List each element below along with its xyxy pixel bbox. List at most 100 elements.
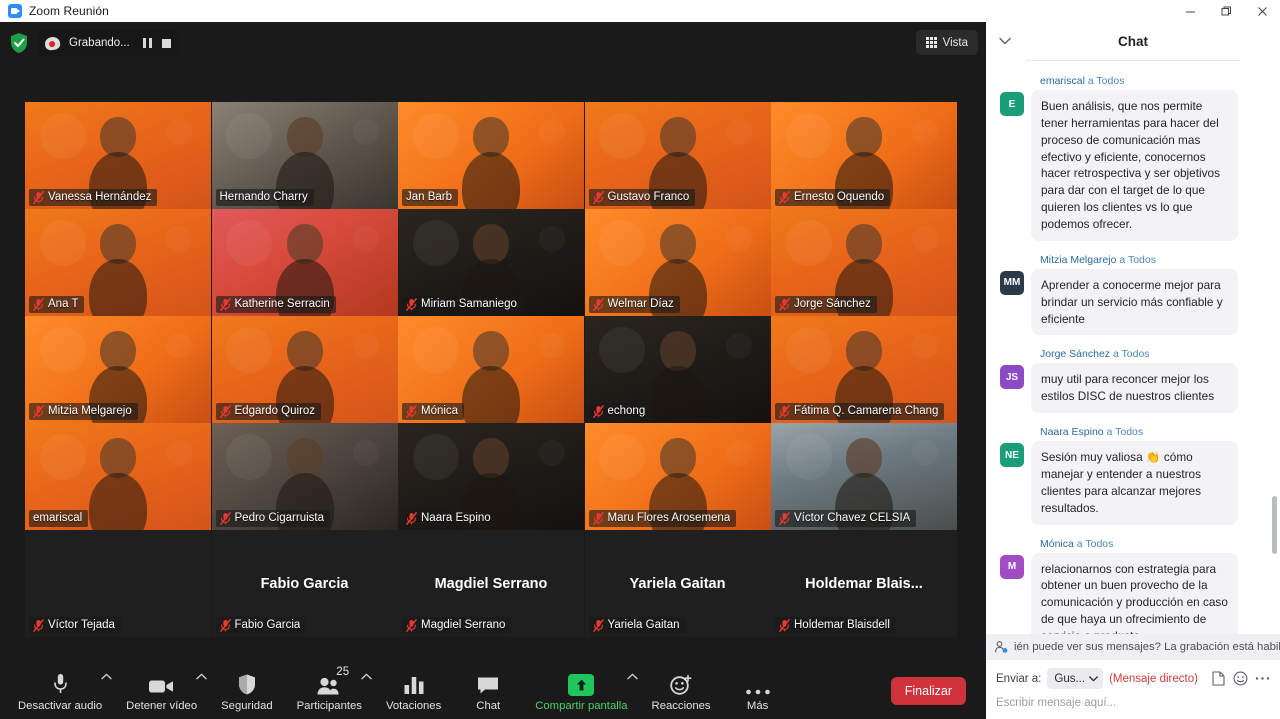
participant-nameplate: Hernando Charry xyxy=(215,189,314,206)
chevron-down-icon[interactable] xyxy=(998,34,1012,48)
window-controls xyxy=(1172,0,1280,22)
participant-tile[interactable]: Víctor Chavez CELSIA xyxy=(771,423,957,530)
chat-message: Naara Espino a Todos NE Sesión muy valiosa… xyxy=(1000,426,1266,525)
file-icon[interactable] xyxy=(1211,671,1226,686)
pause-icon[interactable] xyxy=(142,38,152,48)
muted-microphone-icon xyxy=(592,297,604,311)
chat-compose-row: Enviar a: Gus... (Mensaje directo) xyxy=(996,668,1270,689)
more-dots-icon[interactable] xyxy=(1255,671,1270,686)
minimize-icon[interactable] xyxy=(1172,0,1208,22)
participant-tile[interactable]: echong xyxy=(584,316,771,423)
chat-message-sender: Mónica a Todos xyxy=(1040,537,1114,550)
participant-tile[interactable]: Naara Espino xyxy=(398,423,584,530)
participant-tile[interactable]: Víctor Tejada xyxy=(25,530,211,637)
participant-tile[interactable]: Katherine Serracin xyxy=(211,209,398,316)
toolbar-compartir-pantalla-button[interactable]: Compartir pantalla xyxy=(531,664,638,717)
participant-tile[interactable]: Mónica xyxy=(398,316,584,423)
avatar: NE xyxy=(1000,443,1024,468)
participant-tile[interactable]: Fátima Q. Camarena Chang xyxy=(771,316,957,423)
participant-tile[interactable]: Ana T xyxy=(25,209,211,316)
muted-microphone-icon xyxy=(406,404,417,418)
chat-privacy-notice: ién puede ver sus mensajes? La grabación… xyxy=(986,634,1280,660)
participant-name: Hernando Charry xyxy=(219,191,308,203)
participant-tile[interactable]: Gustavo Franco xyxy=(584,102,771,209)
muted-microphone-icon xyxy=(33,297,44,311)
chat-message-list[interactable]: emariscal a Todos E Buen análisis, que nos… xyxy=(986,61,1280,634)
toolbar-detener-v-deo-button[interactable]: Detener vídeo xyxy=(122,664,207,717)
participant-nameplate: echong xyxy=(588,403,652,420)
participant-tile[interactable]: emariscal xyxy=(25,423,211,530)
participant-nameplate: Magdiel Serrano xyxy=(402,617,512,634)
muted-microphone-icon xyxy=(219,297,231,311)
toolbar-item-label: Reacciones xyxy=(651,699,711,712)
muted-microphone-icon xyxy=(779,511,790,525)
participant-tile[interactable]: Jan Barb xyxy=(398,102,584,209)
participant-tile[interactable]: Magdiel Serrano Magdiel Serrano xyxy=(398,530,584,637)
end-meeting-button[interactable]: Finalizar xyxy=(890,676,966,705)
participant-tile[interactable]: Vanessa Hernández xyxy=(25,102,211,209)
participant-tile[interactable]: Pedro Cigarruista xyxy=(211,423,398,530)
chat-scrollbar[interactable] xyxy=(1271,61,1278,634)
participant-tile[interactable]: Ernesto Oquendo xyxy=(771,102,957,209)
participant-tile[interactable]: Miriam Samaniego xyxy=(398,209,584,316)
emoji-icon[interactable] xyxy=(1233,671,1248,686)
participant-tile[interactable]: Mitzia Melgarejo xyxy=(25,316,211,423)
toolbar-m-s-button[interactable]: Más xyxy=(731,664,785,717)
participant-name: Naara Espino xyxy=(421,512,491,524)
participant-nameplate: Welmar Díaz xyxy=(588,296,680,313)
chevron-up-icon[interactable] xyxy=(196,672,207,682)
chat-message: emariscal a Todos E Buen análisis, que nos… xyxy=(1000,75,1266,241)
restore-icon[interactable] xyxy=(1208,0,1244,22)
send-to-dropdown[interactable]: Gus... xyxy=(1047,668,1104,689)
toolbar-chat-button[interactable]: Chat xyxy=(461,664,515,717)
chevron-up-icon[interactable] xyxy=(361,672,372,682)
participant-name: Víctor Chavez CELSIA xyxy=(794,512,911,524)
chat-message-input[interactable]: Escribir mensaje aquí... xyxy=(996,697,1270,709)
toolbar-item-label: Seguridad xyxy=(221,699,273,712)
participant-name: Edgardo Quiroz xyxy=(234,405,316,417)
toolbar-desactivar-audio-button[interactable]: Desactivar audio xyxy=(14,664,112,717)
participant-name: Pedro Cigarruista xyxy=(234,512,324,524)
participant-tile[interactable]: Fabio Garcia Fabio Garcia xyxy=(211,530,398,637)
chevron-up-icon[interactable] xyxy=(626,672,638,682)
view-button-label: Vista xyxy=(942,36,968,49)
gallery-row: Vanessa Hernández Hernando Charry Jan Barb… xyxy=(25,102,957,209)
recording-dot-icon xyxy=(44,35,61,51)
chevron-down-icon xyxy=(1089,675,1098,682)
security-shield-icon[interactable] xyxy=(8,31,30,55)
stop-icon[interactable] xyxy=(161,38,171,48)
toolbar-participantes-button[interactable]: 25 Participantes xyxy=(293,664,372,717)
gallery-row: emariscal Pedro Cigarruista Naara Espino Ma… xyxy=(25,423,957,530)
grid-view-icon xyxy=(925,37,937,48)
toolbar-seguridad-button[interactable]: Seguridad xyxy=(217,664,277,717)
participant-tile[interactable]: Yariela Gaitan Yariela Gaitan xyxy=(584,530,771,637)
avatar: E xyxy=(1000,92,1024,116)
toolbar-votaciones-button[interactable]: Votaciones xyxy=(382,664,445,717)
participant-nameplate: Pedro Cigarruista xyxy=(215,510,330,527)
participant-name: Katherine Serracin xyxy=(234,298,330,310)
person-privacy-icon xyxy=(994,640,1008,654)
close-icon[interactable] xyxy=(1244,0,1280,22)
chat-message-text: Buen análisis, que nos permite tener her… xyxy=(1031,90,1238,241)
participant-tile[interactable]: Jorge Sánchez xyxy=(771,209,957,316)
muted-microphone-icon xyxy=(406,511,417,525)
chat-message-row: JS muy util para reconcer mejor los estil… xyxy=(1000,363,1266,414)
muted-microphone-icon xyxy=(592,404,604,418)
participant-tile[interactable]: Maru Flores Arosemena xyxy=(584,423,771,530)
zoom-meeting-window: Zoom Reunión Grabando... Vista Vanessa H… xyxy=(0,0,1280,719)
participant-tile[interactable]: Holdemar Blais... Holdemar Blaisdell xyxy=(771,530,957,637)
participant-tile[interactable]: Edgardo Quiroz xyxy=(211,316,398,423)
toolbar-reacciones-button[interactable]: Reacciones xyxy=(648,664,715,717)
participant-nameplate: Ernesto Oquendo xyxy=(775,189,891,206)
chevron-up-icon[interactable] xyxy=(101,672,112,682)
toolbar-item-label: Compartir pantalla xyxy=(535,699,628,712)
participant-nameplate: Gustavo Franco xyxy=(588,189,696,206)
participant-name: Fabio Garcia xyxy=(234,619,301,631)
participant-nameplate: Mónica xyxy=(402,403,465,420)
meeting-toolbar: Desactivar audio Detener vídeo Seguridad 25… xyxy=(0,662,986,719)
participant-nameplate: Naara Espino xyxy=(402,510,497,527)
participant-tile[interactable]: Welmar Díaz xyxy=(584,209,771,316)
gallery-row: Mitzia Melgarejo Edgardo Quiroz Mónica echo… xyxy=(25,316,957,423)
view-button[interactable]: Vista xyxy=(915,30,978,55)
participant-tile[interactable]: Hernando Charry xyxy=(211,102,398,209)
